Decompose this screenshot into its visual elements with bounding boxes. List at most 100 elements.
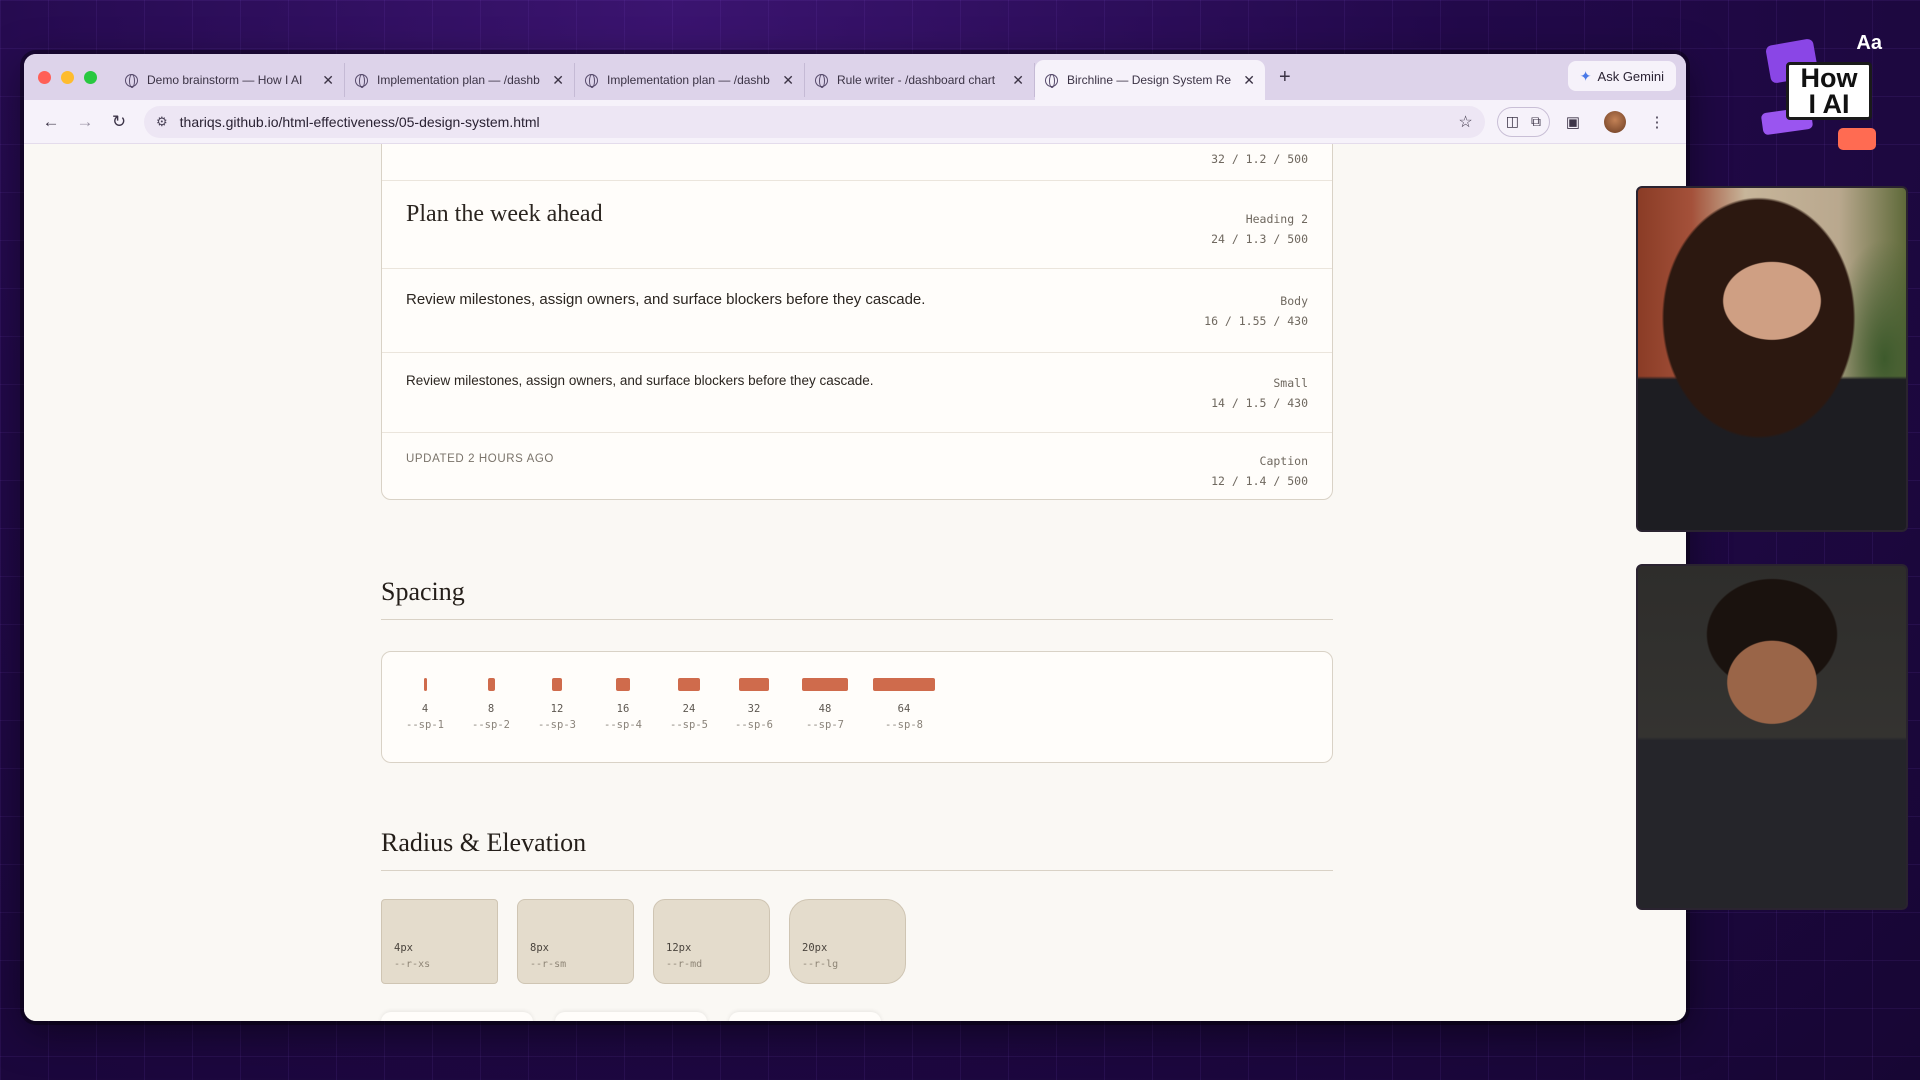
spacing-value: 12 <box>550 703 564 715</box>
type-sample-caption: UPDATED 2 HOURS AGO <box>406 453 554 465</box>
type-role-caption: Caption 12 / 1.4 / 500 <box>1211 451 1308 491</box>
kebab-menu-icon[interactable]: ⋮ <box>1640 113 1674 131</box>
browser-tab-2[interactable]: Implementation plan — /dashb ✕ <box>345 63 575 97</box>
spacing-bar <box>739 678 769 691</box>
tab-title: Demo brainstorm — How I AI <box>147 73 303 87</box>
spacing-token-name: --sp-6 <box>735 719 773 731</box>
page-content: 32 / 1.2 / 500 Plan the week ahead Headi… <box>24 144 1686 1021</box>
close-tab-icon[interactable]: ✕ <box>782 72 794 89</box>
spacing-token-5: 24 --sp-5 <box>669 678 709 733</box>
minimize-window-button[interactable] <box>61 70 74 84</box>
site-settings-icon[interactable]: ⚙ <box>156 114 168 130</box>
browser-tab-5-active[interactable]: Birchline — Design System Re ✕ <box>1035 60 1265 100</box>
logo-line-2: I AI <box>1808 89 1850 119</box>
radius-token-name: --r-md <box>666 959 703 970</box>
maximize-window-button[interactable] <box>84 70 97 84</box>
new-tab-button[interactable]: + <box>1279 66 1291 89</box>
type-sample-small: Review milestones, assign owners, and su… <box>406 373 874 388</box>
spacing-token-6: 32 --sp-6 <box>732 678 776 733</box>
spacing-token-name: --sp-7 <box>806 719 844 731</box>
type-role-label: Caption <box>1259 454 1308 468</box>
radius-value: 8px <box>530 942 549 954</box>
forward-arrow-icon[interactable]: → <box>70 112 100 132</box>
back-arrow-icon[interactable]: ← <box>36 112 66 132</box>
globe-icon <box>815 73 828 88</box>
type-spec: 16 / 1.55 / 430 <box>1204 314 1308 328</box>
spacing-token-2: 8 --sp-2 <box>471 678 511 733</box>
profile-avatar[interactable] <box>1604 110 1626 133</box>
radius-value: 12px <box>666 942 692 954</box>
spacing-value: 64 <box>897 703 911 715</box>
radius-swatch-lg: 20px --r-lg <box>789 899 906 984</box>
type-spec: 32 / 1.2 / 500 <box>1211 152 1308 166</box>
reload-icon[interactable]: ↻ <box>104 112 134 132</box>
show-logo: Aa How I AI <box>1760 32 1892 150</box>
type-role-heading2: Heading 2 24 / 1.3 / 500 <box>1211 209 1308 249</box>
close-tab-icon[interactable]: ✕ <box>322 72 334 89</box>
type-role-label: Heading 2 <box>1245 212 1308 226</box>
spacing-token-3: 12 --sp-3 <box>537 678 577 733</box>
logo-chart-card <box>1838 128 1876 150</box>
tab-title: Birchline — Design System Re <box>1067 73 1232 87</box>
spacing-bar <box>802 678 848 691</box>
url-input[interactable]: ⚙ thariqs.github.io/html-effectiveness/0… <box>144 105 1485 138</box>
spacing-section-title: Spacing <box>381 577 1333 620</box>
bookmark-star-icon[interactable]: ☆ <box>1458 112 1472 132</box>
elevation-card-2 <box>555 1012 707 1021</box>
browser-tab-3[interactable]: Implementation plan — /dashb ✕ <box>575 63 805 97</box>
spacing-token-name: --sp-3 <box>538 719 576 731</box>
radius-swatch-sm: 8px --r-sm <box>517 899 634 984</box>
puzzle-icon[interactable]: ⧉ <box>1531 113 1541 130</box>
type-sample-heading2: Plan the week ahead <box>406 201 603 227</box>
type-row-caption: UPDATED 2 HOURS AGO Caption 12 / 1.4 / 5… <box>382 433 1332 499</box>
tab-title: Rule writer - /dashboard chart <box>837 73 996 87</box>
close-tab-icon[interactable]: ✕ <box>1243 72 1255 89</box>
tab-bar: Demo brainstorm — How I AI ✕ Implementat… <box>24 54 1686 100</box>
spacing-bar <box>423 678 427 691</box>
url-text: thariqs.github.io/html-effectiveness/05-… <box>179 113 540 130</box>
cast-icon[interactable]: ▣ <box>1556 113 1590 131</box>
spacing-token-1: 4 --sp-1 <box>405 678 445 733</box>
type-spec: 24 / 1.3 / 500 <box>1211 232 1308 246</box>
type-spec: 12 / 1.4 / 500 <box>1211 474 1308 488</box>
ask-gemini-button[interactable]: ✦ Ask Gemini <box>1567 61 1676 91</box>
spacing-card: 4 --sp-1 8 --sp-2 12 --sp-3 16 --sp-4 24 <box>381 651 1333 763</box>
type-role-small: Small 14 / 1.5 / 430 <box>1211 373 1308 413</box>
spacing-token-4: 16 --sp-4 <box>603 678 643 733</box>
type-sample-body: Review milestones, assign owners, and su… <box>406 291 926 308</box>
logo-line-1: How <box>1800 63 1858 93</box>
spacing-token-7: 48 --sp-7 <box>800 678 850 733</box>
browser-window: Demo brainstorm — How I AI ✕ Implementat… <box>24 54 1686 1021</box>
type-row-heading1: 32 / 1.2 / 500 <box>382 144 1332 181</box>
globe-icon <box>355 73 368 88</box>
webcam-feed-host <box>1636 186 1908 532</box>
extensions-area: ◫ ⧉ ▣ ⋮ <box>1496 106 1674 137</box>
type-role-label: Body <box>1280 294 1308 308</box>
type-row-heading2: Plan the week ahead Heading 2 24 / 1.3 /… <box>382 181 1332 269</box>
close-window-button[interactable] <box>38 70 51 84</box>
browser-tab-1[interactable]: Demo brainstorm — How I AI ✕ <box>115 63 345 97</box>
radius-section-title: Radius & Elevation <box>381 828 1333 871</box>
webcam-feed-guest <box>1636 564 1908 910</box>
radius-token-name: --r-sm <box>530 959 567 970</box>
globe-icon <box>585 73 598 88</box>
spacing-value: 4 <box>421 703 429 715</box>
type-row-body: Review milestones, assign owners, and su… <box>382 269 1332 353</box>
close-tab-icon[interactable]: ✕ <box>552 72 564 89</box>
close-tab-icon[interactable]: ✕ <box>1012 72 1024 89</box>
tab-title: Implementation plan — /dashb <box>377 73 540 87</box>
radius-swatch-md: 12px --r-md <box>653 899 770 984</box>
elevation-card-3 <box>729 1012 881 1021</box>
extension-pill: ◫ ⧉ <box>1496 106 1550 137</box>
type-row-small: Review milestones, assign owners, and su… <box>382 353 1332 433</box>
spacing-bar <box>678 678 700 691</box>
gemini-sparkle-icon: ✦ <box>1579 67 1592 84</box>
spacing-token-name: --sp-1 <box>406 719 444 731</box>
spacing-token-name: --sp-5 <box>670 719 708 731</box>
type-role-body: Body 16 / 1.55 / 430 <box>1204 291 1308 331</box>
radius-token-name: --r-xs <box>394 959 431 970</box>
spacing-value: 16 <box>616 703 630 715</box>
radius-value: 4px <box>394 942 413 954</box>
browser-tab-4[interactable]: Rule writer - /dashboard chart ✕ <box>805 63 1035 97</box>
extension-icon[interactable]: ◫ <box>1506 113 1519 130</box>
